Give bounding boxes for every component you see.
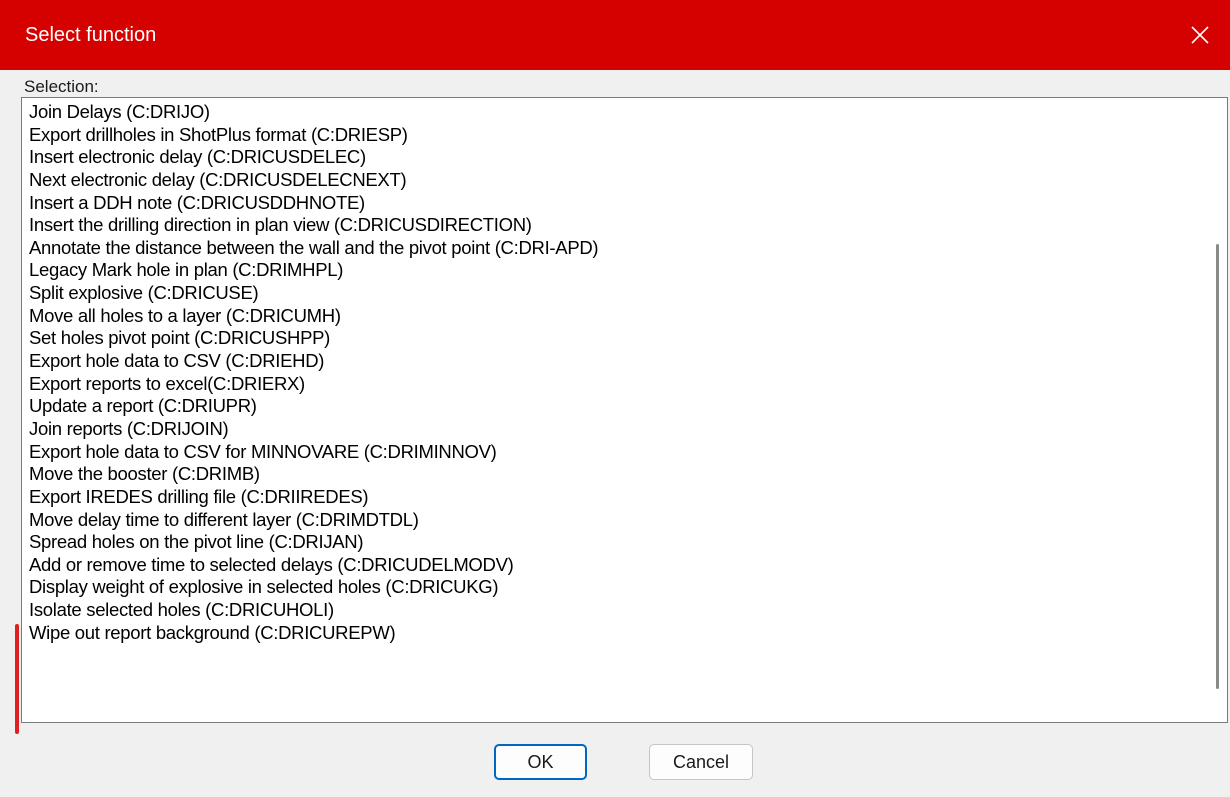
list-item[interactable]: Split explosive (C:DRICUSE): [22, 282, 1207, 305]
list-item[interactable]: Isolate selected holes (C:DRICUHOLI): [22, 599, 1207, 622]
cancel-button[interactable]: Cancel: [649, 744, 753, 780]
list-item[interactable]: Join Delays (C:DRIJO): [22, 101, 1207, 124]
list-item[interactable]: Join reports (C:DRIJOIN): [22, 418, 1207, 441]
list-item[interactable]: Legacy Mark hole in plan (C:DRIMHPL): [22, 259, 1207, 282]
list-item[interactable]: Add or remove time to selected delays (C…: [22, 554, 1207, 577]
list-item[interactable]: Move delay time to different layer (C:DR…: [22, 509, 1207, 532]
list-item[interactable]: Next electronic delay (C:DRICUSDELECNEXT…: [22, 169, 1207, 192]
list-item[interactable]: Spread holes on the pivot line (C:DRIJAN…: [22, 531, 1207, 554]
window-title: Select function: [25, 24, 157, 46]
list-item[interactable]: Display weight of explosive in selected …: [22, 576, 1207, 599]
list-item[interactable]: Insert the drilling direction in plan vi…: [22, 214, 1207, 237]
function-listbox[interactable]: Join Delays (C:DRIJO) Export drillholes i…: [21, 97, 1228, 723]
list-item[interactable]: Insert a DDH note (C:DRICUSDDHNOTE): [22, 192, 1207, 215]
vertical-scrollbar[interactable]: [1207, 98, 1227, 722]
list-item[interactable]: Move the booster (C:DRIMB): [22, 463, 1207, 486]
selection-label: Selection:: [24, 77, 99, 96]
title-bar: Select function: [0, 0, 1230, 70]
list-item[interactable]: Move all holes to a layer (C:DRICUMH): [22, 305, 1207, 328]
list-item[interactable]: Update a report (C:DRIUPR): [22, 395, 1207, 418]
list-item[interactable]: Insert electronic delay (C:DRICUSDELEC): [22, 146, 1207, 169]
scrollbar-thumb[interactable]: [1216, 244, 1219, 689]
list-item[interactable]: Export drillholes in ShotPlus format (C:…: [22, 124, 1207, 147]
list-item[interactable]: Export IREDES drilling file (C:DRIIREDES…: [22, 486, 1207, 509]
list-item[interactable]: Export reports to excel(C:DRIERX): [22, 373, 1207, 396]
list-item[interactable]: Annotate the distance between the wall a…: [22, 237, 1207, 260]
ok-button[interactable]: OK: [494, 744, 587, 780]
list-item[interactable]: Export hole data to CSV (C:DRIEHD): [22, 350, 1207, 373]
close-button[interactable]: [1170, 0, 1230, 70]
list-item[interactable]: Wipe out report background (C:DRICUREPW): [22, 622, 1207, 645]
function-list: Join Delays (C:DRIJO) Export drillholes i…: [22, 101, 1207, 644]
list-item[interactable]: Set holes pivot point (C:DRICUSHPP): [22, 327, 1207, 350]
list-item[interactable]: Export hole data to CSV for MINNOVARE (C…: [22, 441, 1207, 464]
change-marker: [15, 624, 19, 734]
close-icon: [1191, 26, 1209, 44]
